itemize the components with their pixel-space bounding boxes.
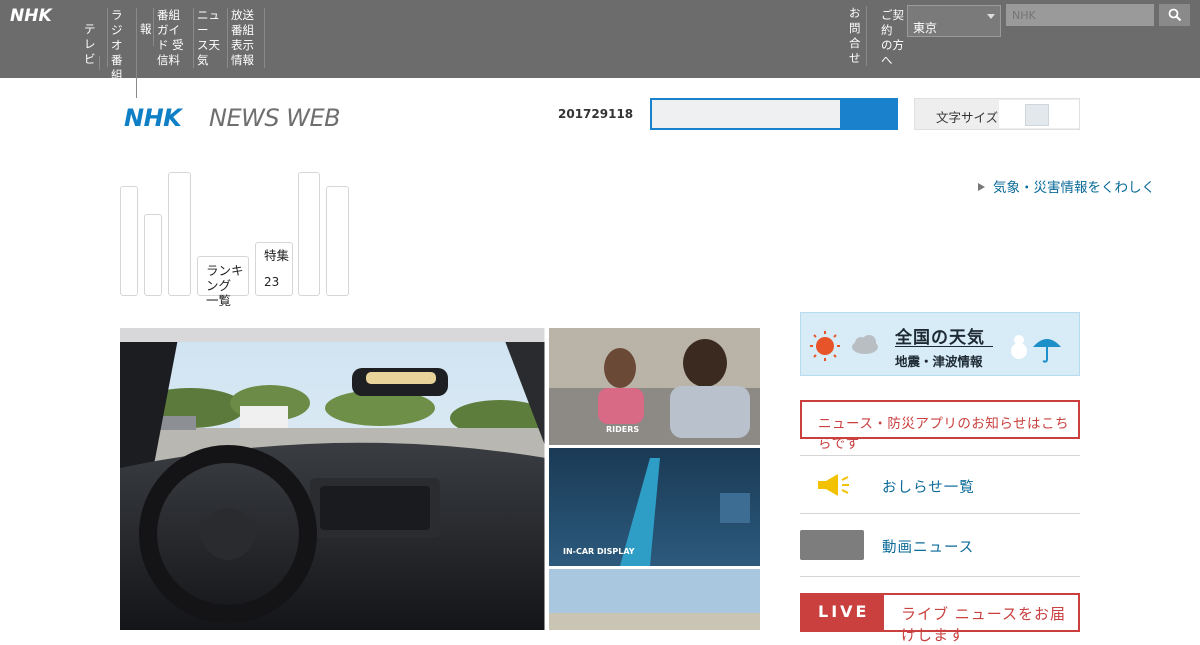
top-story-image[interactable]: RIDERS IN-CAR DISPLAY: [120, 328, 760, 630]
global-link-tv[interactable]: テレ ビ: [81, 8, 108, 67]
nhk-global-logo[interactable]: NHK: [10, 6, 52, 26]
app-notice-banner[interactable]: ニュース・防災アプリのお知らせはこちらです: [800, 400, 1080, 452]
global-link-schedule[interactable]: 放送 番組表示 情報: [228, 8, 265, 68]
news-search-input[interactable]: [650, 98, 842, 130]
category-tab-2[interactable]: [144, 214, 162, 296]
global-link-news[interactable]: ニュー ス天気: [194, 8, 228, 68]
video-news-link[interactable]: 動画ニュース: [882, 536, 974, 557]
global-nhk-bar: NHK テレ ビ ラジオ 番組表 報 番組ガイド 受信料 ニュー ス天気 放送 …: [0, 0, 1200, 98]
region-select[interactable]: 東京: [907, 5, 1001, 37]
global-link-radio[interactable]: ラジオ 番組表: [108, 8, 137, 98]
global-nav-divider: [99, 56, 100, 70]
category-label: 特集: [264, 248, 290, 263]
toggle-track[interactable]: [999, 100, 1079, 128]
header-date: 201729118: [558, 107, 634, 121]
live-banner[interactable]: LIVE ライブ ニュースをお届けします: [800, 593, 1080, 644]
category-tab-feature[interactable]: 特集 23: [255, 242, 293, 296]
search-icon: [1168, 8, 1181, 22]
umbrella-icon: [1033, 339, 1061, 347]
weather-banner[interactable]: 全国の天気 地震・津波情報: [800, 312, 1080, 376]
weather-banner-subtitle: 地震・津波情報: [895, 354, 983, 369]
global-search-button[interactable]: [1159, 4, 1190, 26]
photo-label-incar: IN-CAR DISPLAY: [563, 547, 635, 556]
weather-disaster-link[interactable]: 気象・災害情報をくわしく: [978, 176, 1155, 196]
category-tab-7[interactable]: [326, 186, 349, 296]
live-badge: LIVE: [802, 595, 884, 630]
notices-link[interactable]: おしらせ一覧: [882, 476, 975, 497]
triangle-right-icon: [978, 183, 985, 191]
region-select-value: 東京: [913, 21, 938, 35]
app-notice-text: ニュース・防災アプリのお知らせはこちらです: [818, 416, 1070, 452]
category-tab-1[interactable]: [120, 186, 138, 296]
divider: [800, 513, 1080, 514]
video-thumbnail[interactable]: [800, 530, 864, 560]
weather-disaster-link-text: 気象・災害情報をくわしく: [993, 180, 1155, 196]
category-label: ランキング 一覧: [206, 263, 244, 308]
weather-banner-title: 全国の天気: [895, 328, 985, 348]
chevron-down-icon: [987, 14, 995, 19]
global-nav: テレ ビ ラジオ 番組表 報 番組ガイド 受信料 ニュー ス天気 放送 番組表示…: [81, 8, 265, 98]
global-right-nav: お問 合せ ご契約 の方へ: [849, 6, 907, 68]
megaphone-icon: [818, 474, 849, 496]
divider: [800, 576, 1080, 577]
newsweb-logo-nhk[interactable]: NHK: [124, 104, 182, 132]
global-link-guide[interactable]: 番組ガイド 受信料: [154, 8, 194, 68]
photo-label-riders: RIDERS: [606, 425, 639, 434]
self-driving-car-photo: RIDERS IN-CAR DISPLAY: [120, 328, 760, 630]
snowman-icon: [1011, 343, 1027, 359]
weather-banner-divider: [895, 346, 993, 347]
global-search-input[interactable]: [1006, 4, 1154, 26]
global-link-contact[interactable]: お問 合せ: [849, 6, 867, 66]
toggle-knob[interactable]: [1025, 104, 1049, 126]
divider: [800, 455, 1080, 456]
newsweb-logo-text[interactable]: NEWS WEB: [209, 104, 341, 132]
global-link-contract[interactable]: ご契約 の方へ: [867, 6, 907, 68]
category-tab-6[interactable]: [298, 172, 320, 296]
category-tab-3[interactable]: [168, 172, 191, 296]
news-search-button[interactable]: [840, 98, 898, 130]
global-link-info[interactable]: 報: [137, 8, 154, 46]
sun-icon: [816, 337, 834, 355]
category-tab-ranking[interactable]: ランキング 一覧: [197, 256, 249, 308]
category-count: 23: [264, 275, 280, 289]
text-size-label: 文字サイズ: [936, 110, 999, 125]
live-banner-text: ライブ ニュースをお届けします: [901, 605, 1067, 644]
text-size-toggle[interactable]: 文字サイズ: [914, 98, 1080, 130]
